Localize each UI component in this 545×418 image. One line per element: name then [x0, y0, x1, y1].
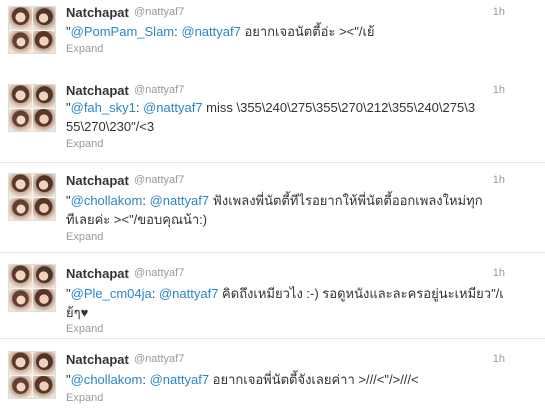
- tweet-text-segment: :: [142, 372, 150, 387]
- mention-link[interactable]: @nattyaf7: [143, 100, 202, 115]
- mention-link[interactable]: @fah_sky1: [71, 100, 136, 115]
- tweet-timeline: Natchapat @nattyaf7 1h "@PomPam_Slam: @n…: [0, 0, 545, 418]
- tweet-text: "@chollakom: @nattyaf7 ฟังเพลงพี่นัตตี้ท…: [66, 191, 491, 229]
- tweet-text: "@fah_sky1: @nattyaf7 miss \355\240\275\…: [66, 98, 478, 136]
- tweet-timestamp[interactable]: 1h: [493, 353, 505, 365]
- tweet-author-handle[interactable]: @nattyaf7: [134, 353, 184, 365]
- avatar[interactable]: [8, 173, 56, 221]
- tweet-text: "@chollakom: @nattyaf7 อยากเจอพี่นัตตี้จ…: [66, 370, 506, 389]
- tweet-author-name[interactable]: Natchapat: [66, 266, 129, 281]
- tweet-item[interactable]: Natchapat @nattyaf7 1h "@PomPam_Slam: @n…: [0, 0, 545, 89]
- tweet-author-name[interactable]: Natchapat: [66, 5, 129, 20]
- expand-link[interactable]: Expand: [66, 138, 103, 150]
- tweet-text-segment: :: [151, 286, 159, 301]
- avatar[interactable]: [8, 6, 56, 54]
- tweet-item[interactable]: Natchapat @nattyaf7 1h "@chollakom: @nat…: [0, 163, 545, 253]
- tweet-author-name[interactable]: Natchapat: [66, 173, 129, 188]
- mention-link[interactable]: @nattyaf7: [150, 372, 209, 387]
- tweet-author-handle[interactable]: @nattyaf7: [134, 6, 184, 18]
- tweet-text-segment: :: [135, 100, 144, 115]
- tweet-author-handle[interactable]: @nattyaf7: [134, 84, 184, 96]
- tweet-author-handle[interactable]: @nattyaf7: [134, 174, 184, 186]
- tweet-timestamp[interactable]: 1h: [493, 174, 505, 186]
- avatar[interactable]: [8, 84, 56, 132]
- avatar[interactable]: [8, 351, 56, 399]
- tweet-text: "@PomPam_Slam: @nattyaf7 อยากเจอนัตตี้อ่…: [66, 22, 506, 41]
- avatar[interactable]: [8, 264, 56, 312]
- mention-link[interactable]: @Ple_cm04ja: [71, 286, 152, 301]
- tweet-text: "@Ple_cm04ja: @nattyaf7 คิดถึงเหมียวไง :…: [66, 284, 506, 322]
- tweet-author-name[interactable]: Natchapat: [66, 352, 129, 367]
- tweet-item[interactable]: Natchapat @nattyaf7 1h "@Ple_cm04ja: @na…: [0, 253, 545, 339]
- tweet-timestamp[interactable]: 1h: [493, 6, 505, 18]
- mention-link[interactable]: @chollakom: [71, 193, 143, 208]
- mention-link[interactable]: @nattyaf7: [181, 24, 240, 39]
- tweet-text-segment: :: [142, 193, 150, 208]
- tweet-timestamp[interactable]: 1h: [493, 267, 505, 279]
- tweet-author-name[interactable]: Natchapat: [66, 83, 129, 98]
- mention-link[interactable]: @chollakom: [71, 372, 143, 387]
- tweet-item[interactable]: Natchapat @nattyaf7 1h "@chollakom: @nat…: [0, 339, 545, 418]
- expand-link[interactable]: Expand: [66, 43, 103, 55]
- tweet-item[interactable]: Natchapat @nattyaf7 1h "@fah_sky1: @natt…: [0, 78, 545, 163]
- tweet-timestamp[interactable]: 1h: [493, 84, 505, 96]
- tweet-text-segment: อยากเจอนัตตี้อ่ะ ><"/เย้: [240, 24, 375, 39]
- tweet-author-handle[interactable]: @nattyaf7: [134, 267, 184, 279]
- mention-link[interactable]: @nattyaf7: [150, 193, 209, 208]
- expand-link[interactable]: Expand: [66, 392, 103, 404]
- mention-link[interactable]: @nattyaf7: [159, 286, 218, 301]
- mention-link[interactable]: @PomPam_Slam: [71, 24, 175, 39]
- expand-link[interactable]: Expand: [66, 323, 103, 335]
- tweet-text-segment: อยากเจอพี่นัตตี้จังเลยค่าา >///<"/>///<: [209, 372, 419, 387]
- expand-link[interactable]: Expand: [66, 231, 103, 243]
